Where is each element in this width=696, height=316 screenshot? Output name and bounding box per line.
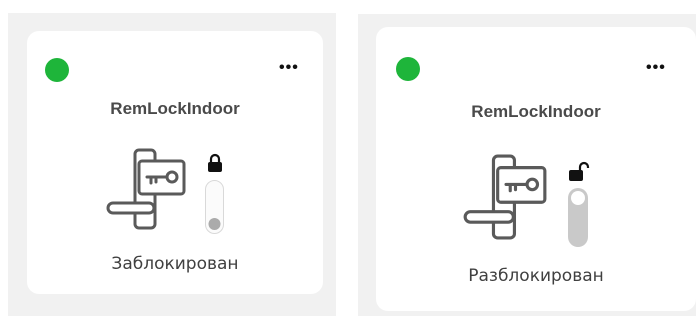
lock-toggle[interactable] [205,180,224,234]
padlock-open-icon [569,161,590,181]
lock-card-left[interactable]: ••• RemLockIndoor Заблокирован [27,31,323,294]
more-options-icon[interactable]: ••• [646,60,666,76]
lock-state-label: Заблокирован [111,254,239,274]
more-options-icon[interactable]: ••• [279,60,299,76]
lock-card-right[interactable]: ••• RemLockIndoor Разблокирован [376,27,696,311]
device-name: RemLockIndoor [110,99,240,118]
status-dot [45,58,69,82]
door-lock-icon [106,148,186,230]
lock-state-label: Разблокирован [468,266,604,286]
device-name: RemLockIndoor [471,102,601,121]
door-lock-icon [463,154,547,240]
lock-toggle[interactable] [568,188,588,247]
padlock-closed-icon [208,153,222,172]
status-dot [396,57,420,81]
